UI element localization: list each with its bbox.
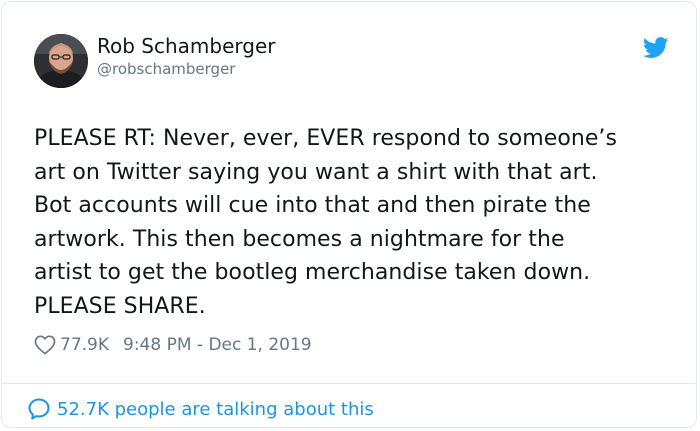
tweet-meta: 77.9K 9:48 PM - Dec 1, 2019 [34, 332, 312, 358]
conversation-link[interactable]: 52.7K people are talking about this [27, 395, 374, 423]
user-handle[interactable]: @robschamberger [97, 60, 235, 78]
heart-icon[interactable] [34, 335, 56, 355]
divider [2, 383, 696, 384]
tweet-card: Rob Schamberger @robschamberger PLEASE R… [1, 1, 697, 428]
twitter-bird-icon[interactable] [643, 37, 669, 59]
avatar[interactable] [34, 34, 88, 88]
tweet-timestamp[interactable]: 9:48 PM - Dec 1, 2019 [123, 335, 312, 355]
like-count[interactable]: 77.9K [60, 335, 109, 355]
avatar-image [34, 34, 88, 88]
user-name[interactable]: Rob Schamberger [97, 34, 276, 58]
tweet-header: Rob Schamberger @robschamberger [2, 2, 696, 102]
tweet-text: PLEASE RT: Never, ever, EVER respond to … [34, 126, 617, 319]
speech-bubble-icon [28, 398, 50, 420]
talking-count-label[interactable]: 52.7K people are talking about this [57, 399, 374, 420]
